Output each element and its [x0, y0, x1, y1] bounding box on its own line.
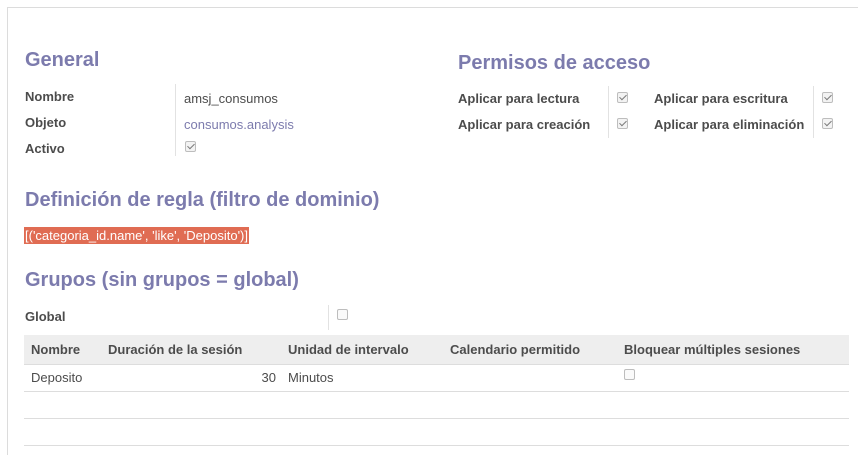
regla-section-title: Definición de regla (filtro de dominio): [25, 189, 380, 211]
general-section-title: General: [25, 49, 100, 71]
column-header-unidad[interactable]: Unidad de intervalo: [288, 335, 409, 365]
column-header-duracion[interactable]: Duración de la sesión: [108, 335, 242, 365]
activo-label: Activo: [25, 141, 65, 156]
cell-unidad: Minutos: [288, 370, 334, 385]
domain-filter-value[interactable]: [('categoria_id.name', 'like', 'Deposito…: [24, 227, 249, 244]
row-divider: [24, 391, 849, 392]
permiso-creacion-checkbox[interactable]: [617, 118, 628, 129]
activo-checkbox[interactable]: [185, 141, 196, 152]
cell-nombre: Deposito: [31, 370, 83, 385]
column-header-bloquear[interactable]: Bloquear múltiples sesiones: [624, 335, 800, 365]
row-divider: [24, 445, 849, 446]
permiso-creacion-label: Aplicar para creación: [458, 117, 591, 132]
table-header: Nombre Duración de la sesión Unidad de i…: [24, 335, 849, 365]
permisos-separator-right: [813, 86, 814, 138]
general-separator: [175, 84, 176, 156]
permiso-escritura-label: Aplicar para escritura: [654, 91, 788, 106]
objeto-link[interactable]: consumos.analysis: [184, 117, 294, 132]
global-label: Global: [25, 309, 66, 324]
permiso-eliminacion-checkbox[interactable]: [822, 118, 833, 129]
global-separator: [328, 305, 329, 330]
permisos-separator-left: [608, 86, 609, 138]
permiso-escritura-checkbox[interactable]: [822, 92, 833, 103]
permiso-lectura-checkbox[interactable]: [617, 92, 628, 103]
objeto-label: Objeto: [25, 115, 67, 130]
permiso-eliminacion-label: Aplicar para eliminación: [654, 117, 805, 132]
grupos-section-title: Grupos (sin grupos = global): [25, 269, 299, 291]
nombre-value[interactable]: amsj_consumos: [184, 91, 278, 106]
nombre-label: Nombre: [25, 89, 75, 104]
permisos-section-title: Permisos de acceso: [458, 52, 651, 74]
column-header-nombre[interactable]: Nombre: [31, 335, 80, 365]
permiso-lectura-label: Aplicar para lectura: [458, 91, 580, 106]
cell-bloquear-checkbox[interactable]: [624, 369, 635, 380]
cell-duracion: 30: [261, 370, 276, 385]
row-divider: [24, 418, 849, 419]
column-header-calendario[interactable]: Calendario permitido: [450, 335, 580, 365]
global-checkbox[interactable]: [337, 309, 348, 320]
